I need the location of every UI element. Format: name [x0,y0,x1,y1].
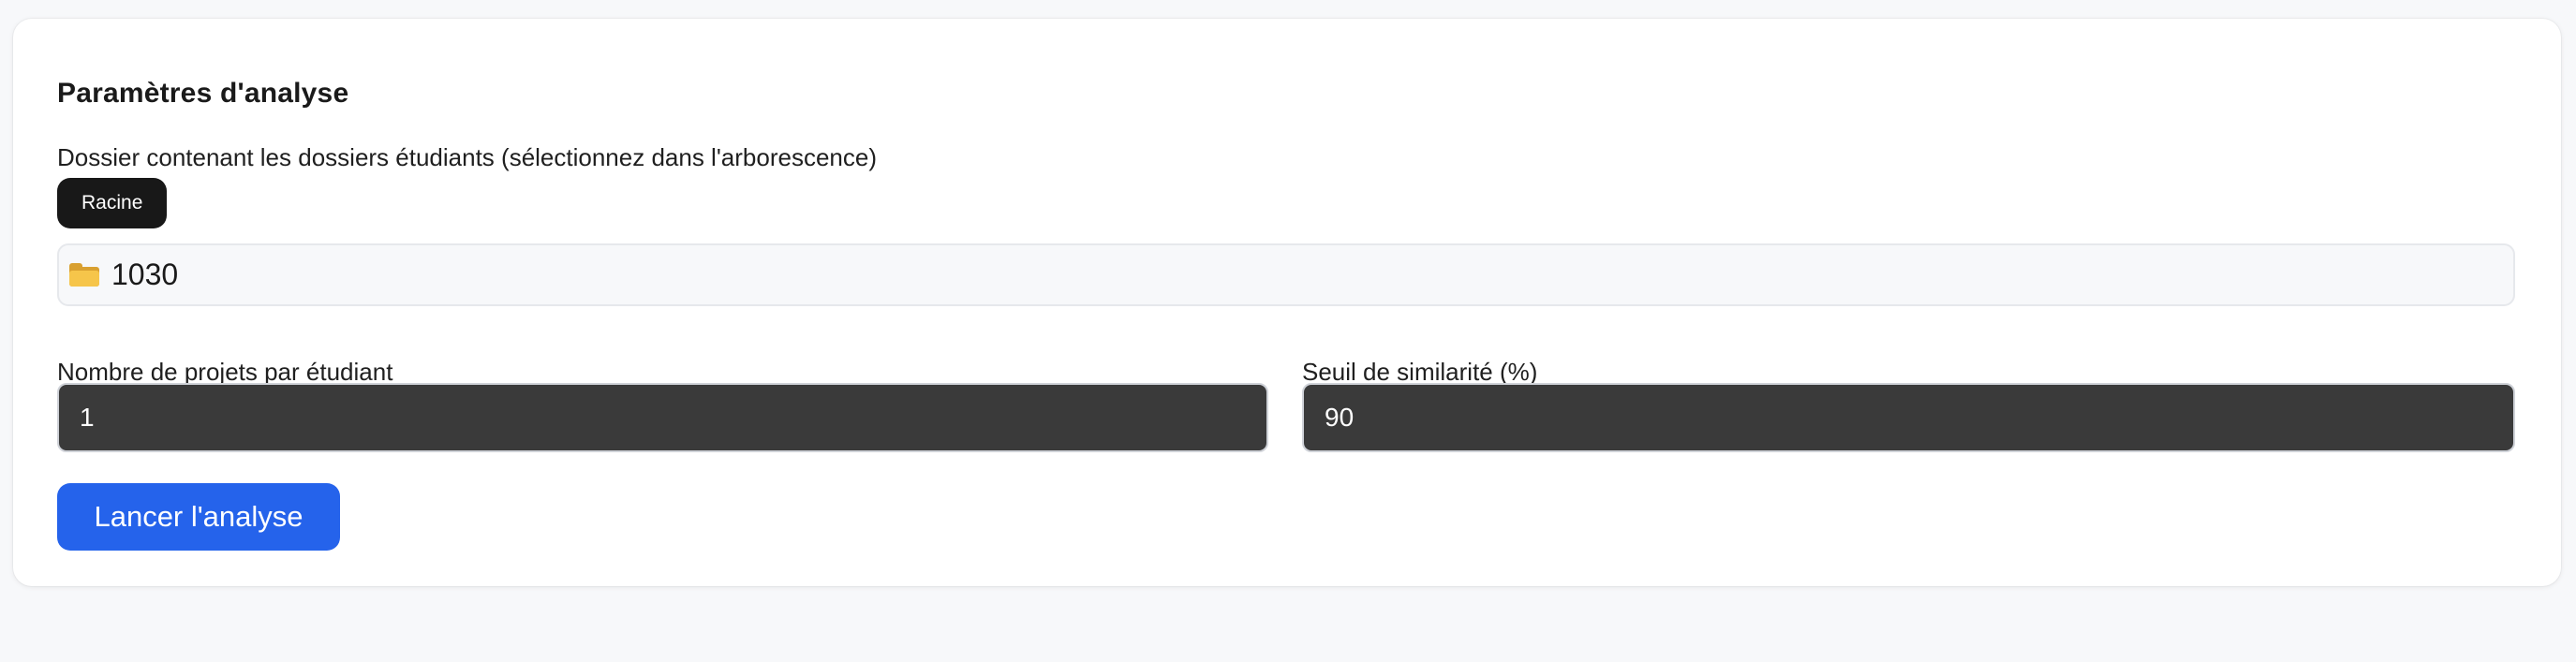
folder-icon [68,262,100,287]
selected-folder-display[interactable]: 1030 [57,243,2515,306]
breadcrumb-root-button[interactable]: Racine [57,178,168,228]
analysis-settings-card: Paramètres d'analyse Dossier contenant l… [13,19,2561,586]
selected-folder-name: 1030 [111,257,179,291]
launch-analysis-button[interactable]: Lancer l'analyse [57,483,340,551]
similarity-threshold-input[interactable] [1302,383,2515,452]
panel-title: Paramètres d'analyse [57,78,349,109]
projects-per-student-input[interactable] [57,383,1268,452]
folder-selector-label: Dossier contenant les dossiers étudiants… [57,143,877,171]
